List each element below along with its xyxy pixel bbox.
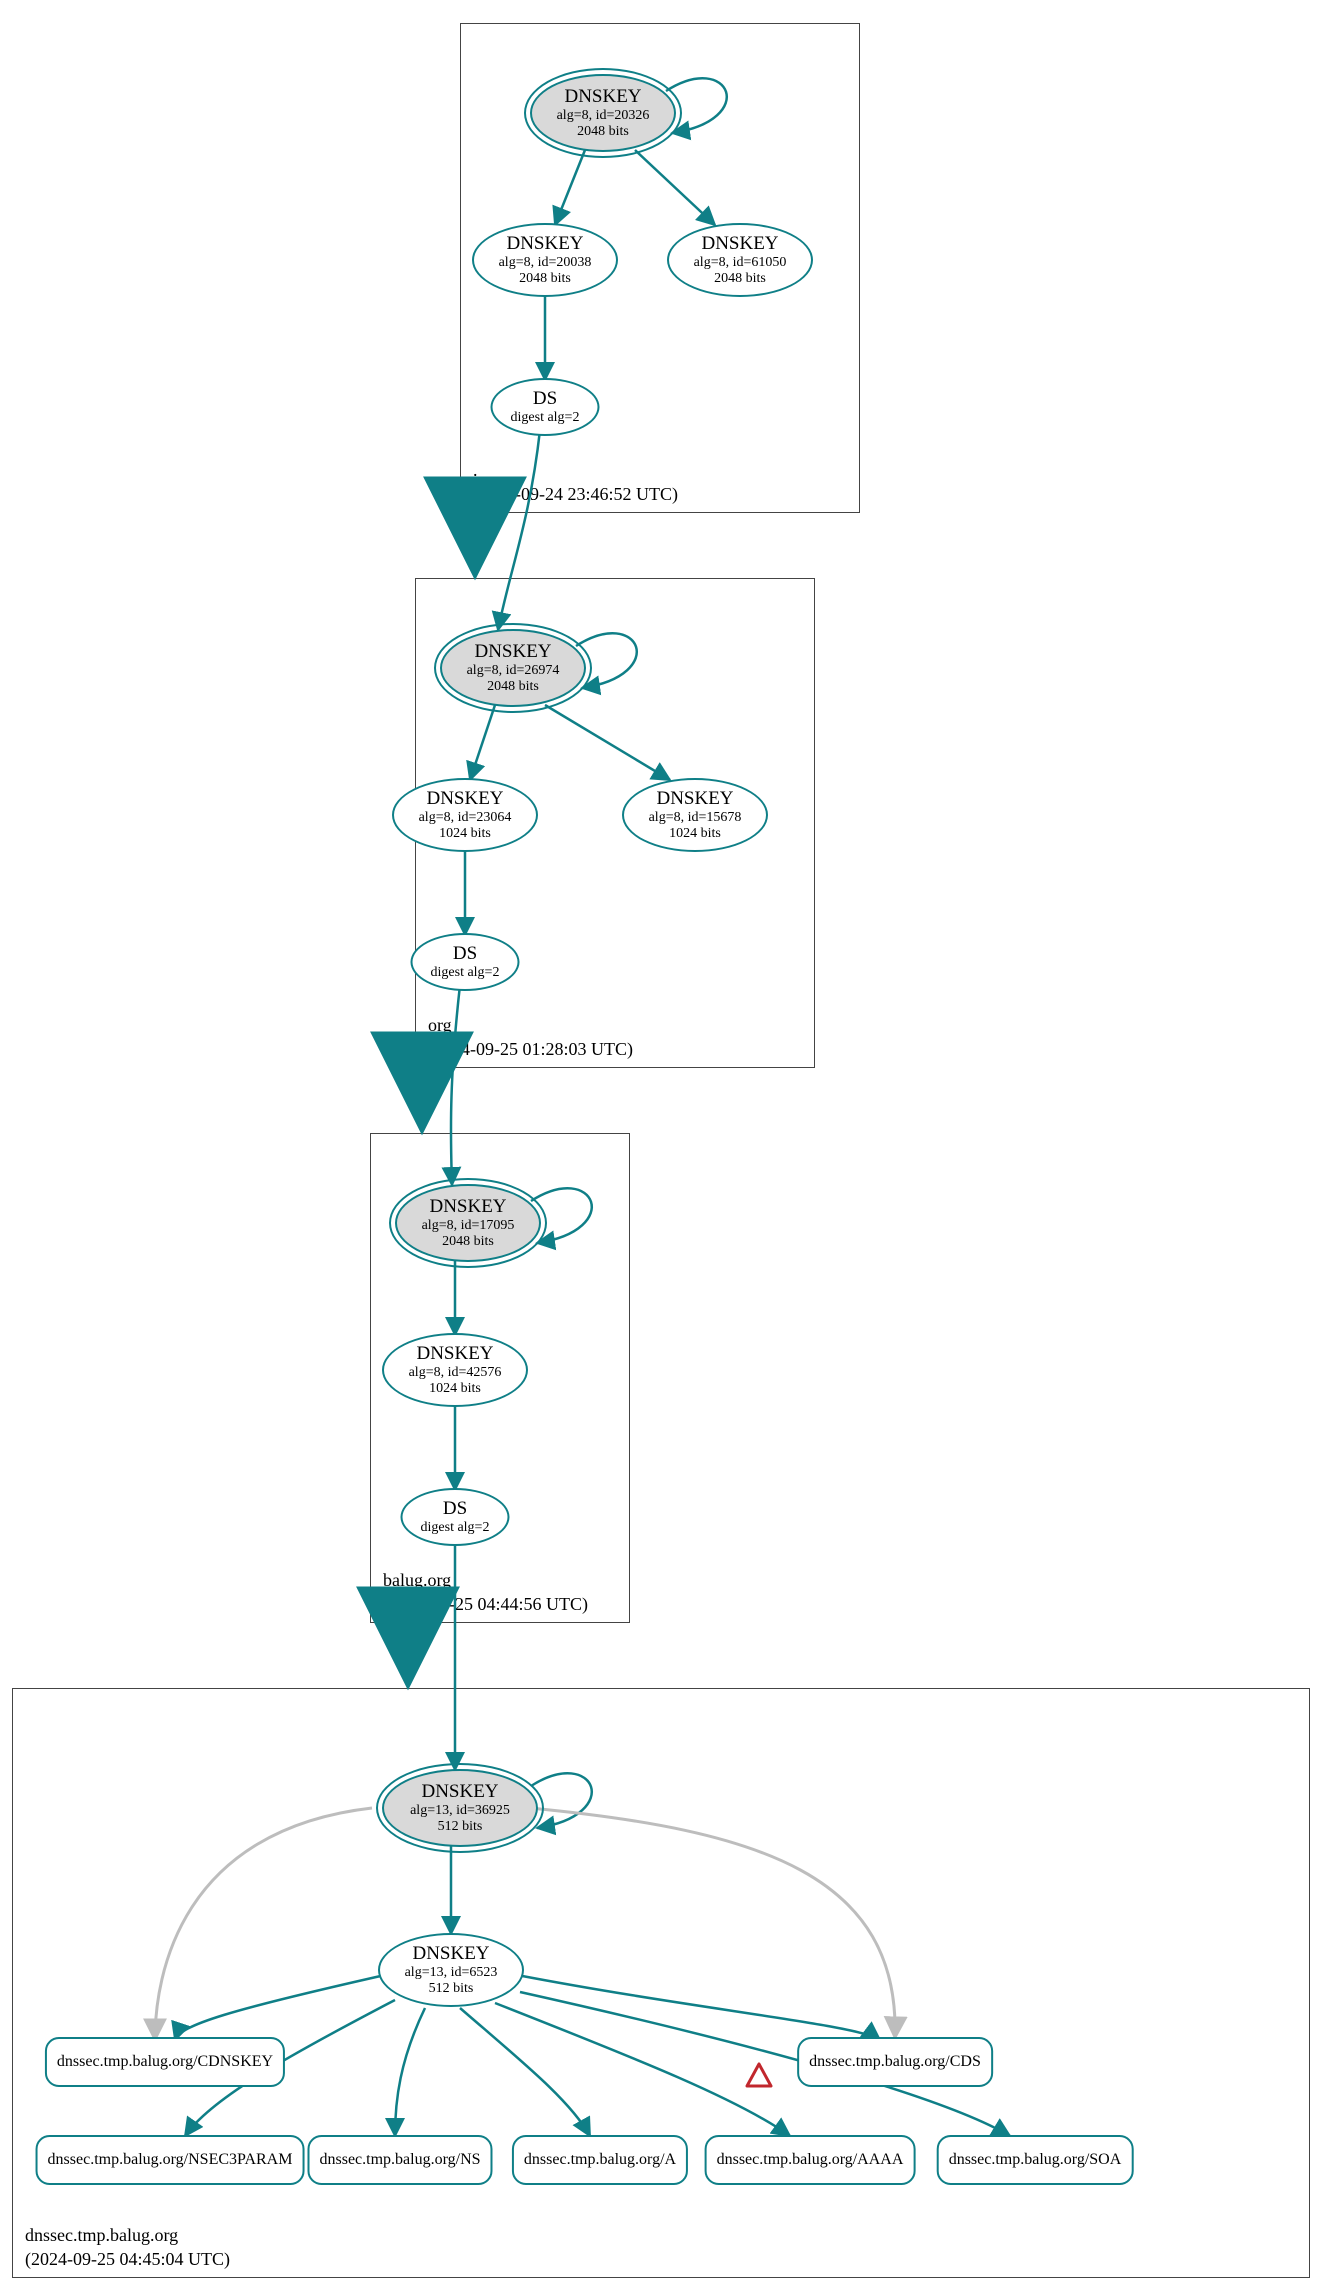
edge-layer <box>0 0 1320 2290</box>
